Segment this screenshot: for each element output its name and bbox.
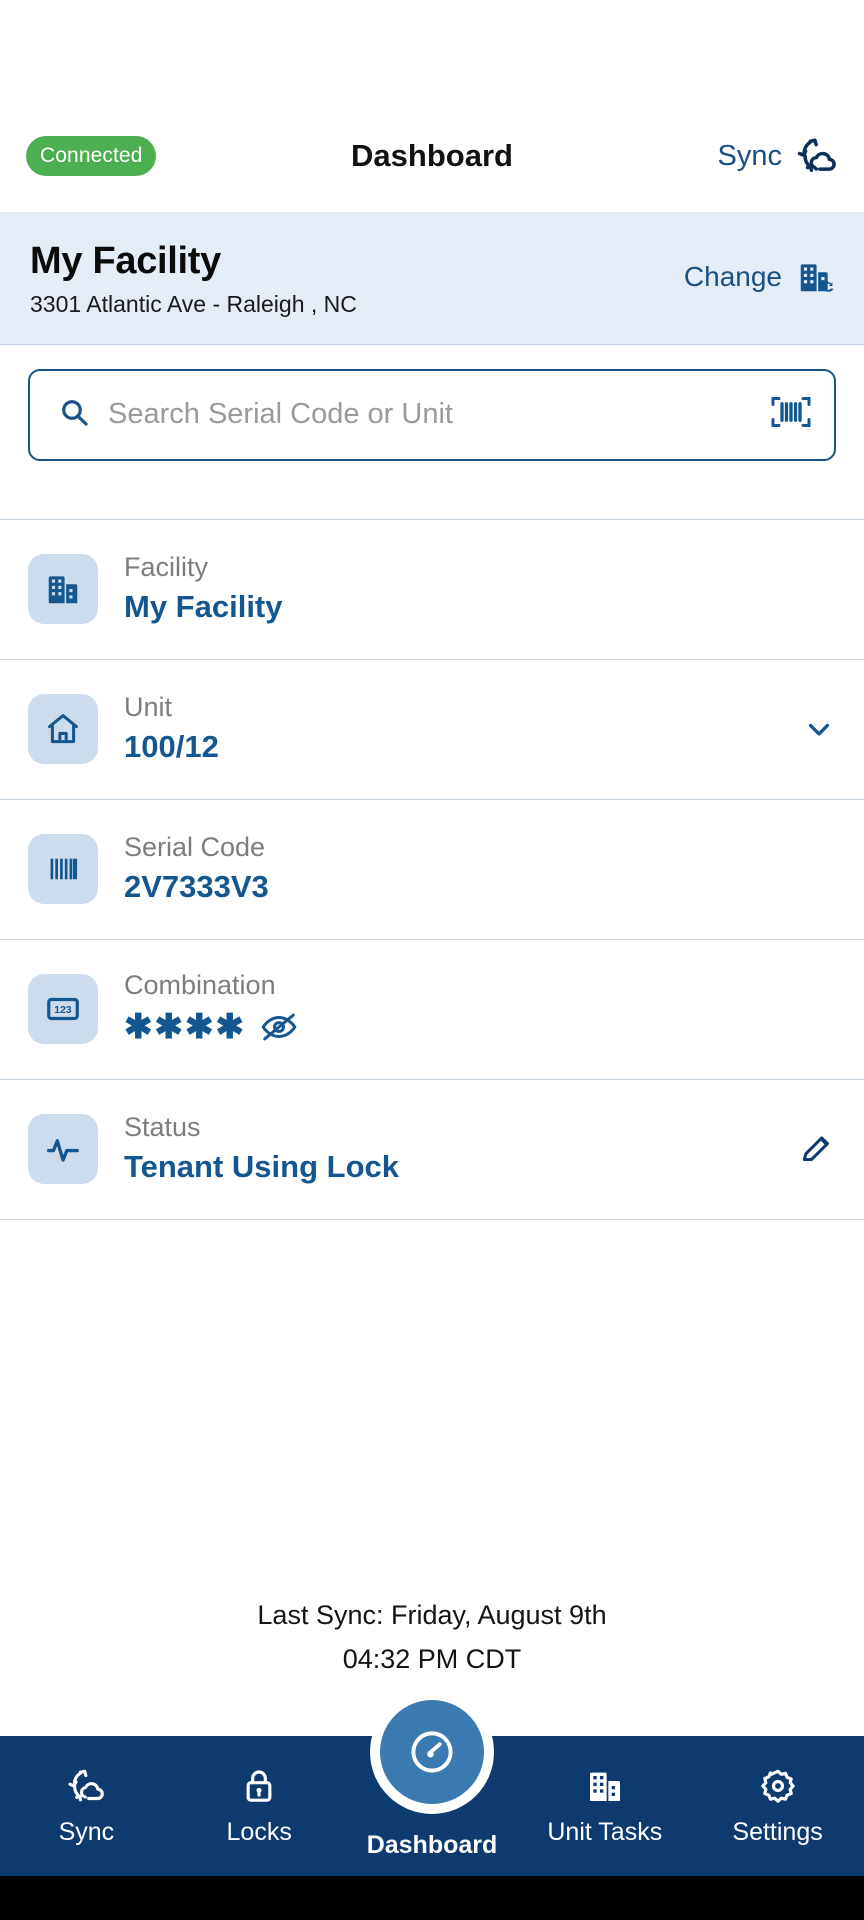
detail-label: Combination <box>124 969 276 1000</box>
detail-label: Status <box>124 1111 201 1142</box>
status-bar <box>0 0 864 100</box>
bottom-navigation: Sync Locks Dashboard Unit Tasks Settings <box>0 1690 864 1876</box>
detail-texts: Serial Code 2V7333V3 <box>98 831 836 908</box>
home-icon <box>28 694 98 765</box>
nav-item-sync[interactable]: Sync <box>0 1736 173 1876</box>
building-swap-icon <box>796 258 834 296</box>
dashboard-screen: Connected Dashboard Sync My Facility 330… <box>0 0 864 1920</box>
dashboard-fab[interactable] <box>369 1690 494 1814</box>
nav-label: Sync <box>58 1817 115 1846</box>
detail-label: Unit <box>124 691 173 722</box>
search-input[interactable] <box>90 398 770 432</box>
search-section <box>0 344 864 461</box>
detail-texts: Status Tenant Using Lock <box>98 1111 786 1188</box>
sync-button-label: Sync <box>717 139 782 172</box>
app-bar: Connected Dashboard Sync <box>0 100 864 212</box>
numeric-123-icon: 123 <box>28 974 98 1045</box>
detail-value: My Facility <box>124 589 283 625</box>
barcode-scan-icon[interactable] <box>770 394 812 435</box>
detail-value: 2V7333V3 <box>124 869 269 905</box>
detail-texts: Unit 100/12 <box>98 691 790 768</box>
gauge-icon <box>379 1700 484 1804</box>
building-icon <box>28 554 98 625</box>
svg-text:123: 123 <box>54 1005 72 1016</box>
detail-value: Tenant Using Lock <box>124 1149 400 1185</box>
nav-item-locks[interactable]: Locks <box>173 1736 346 1876</box>
nav-label: Settings <box>732 1817 823 1846</box>
detail-value: ✱✱✱✱ <box>124 1008 246 1047</box>
nav-label: Unit Tasks <box>547 1817 663 1846</box>
detail-row-combination[interactable]: 123 Combination ✱✱✱✱ <box>0 939 864 1080</box>
nav-item-unit-tasks[interactable]: Unit Tasks <box>518 1736 691 1876</box>
detail-row-facility[interactable]: Facility My Facility <box>0 519 864 660</box>
search-box[interactable] <box>28 368 836 461</box>
facility-banner: My Facility 3301 Atlantic Ave - Raleigh … <box>0 212 864 345</box>
facility-name: My Facility <box>30 240 221 282</box>
barcode-icon <box>28 834 98 905</box>
home-indicator <box>0 1876 864 1920</box>
cloud-sync-icon <box>796 135 838 177</box>
eye-off-icon[interactable] <box>260 1011 298 1043</box>
detail-row-unit[interactable]: Unit 100/12 <box>0 659 864 800</box>
nav-label: Dashboard <box>366 1831 498 1859</box>
lock-icon <box>239 1766 279 1806</box>
nav-item-settings[interactable]: Settings <box>691 1736 864 1876</box>
last-sync-date: Last Sync: Friday, August 9th <box>257 1599 607 1630</box>
change-facility-button[interactable]: Change <box>684 258 834 296</box>
cloud-sync-icon <box>66 1766 106 1806</box>
facility-info: My Facility 3301 Atlantic Ave - Raleigh … <box>30 240 684 318</box>
building-icon <box>585 1766 625 1806</box>
detail-label: Facility <box>124 551 209 582</box>
change-facility-label: Change <box>683 261 782 292</box>
gear-icon <box>758 1766 798 1806</box>
chevron-down-icon[interactable] <box>790 712 836 746</box>
detail-value: 100/12 <box>124 729 219 765</box>
sync-button[interactable]: Sync <box>718 135 838 177</box>
pulse-icon <box>28 1114 98 1185</box>
detail-texts: Facility My Facility <box>98 551 836 628</box>
detail-value-row: ✱✱✱✱ <box>124 1005 836 1049</box>
last-sync-time: 04:32 PM CDT <box>342 1644 522 1675</box>
detail-label: Serial Code <box>124 831 266 862</box>
search-icon <box>58 396 90 433</box>
nav-label: Locks <box>226 1817 292 1846</box>
detail-row-status[interactable]: Status Tenant Using Lock <box>0 1079 864 1220</box>
nav-item-dashboard[interactable]: Dashboard <box>346 1690 519 1876</box>
pencil-icon[interactable] <box>786 1130 836 1168</box>
detail-texts: Combination ✱✱✱✱ <box>98 969 836 1050</box>
facility-address: 3301 Atlantic Ave - Raleigh , NC <box>30 290 357 317</box>
detail-row-serial-code[interactable]: Serial Code 2V7333V3 <box>0 799 864 940</box>
connection-status-badge: Connected <box>26 136 157 176</box>
lock-details-list: Facility My Facility Unit 100/12 Serial … <box>0 518 864 1220</box>
